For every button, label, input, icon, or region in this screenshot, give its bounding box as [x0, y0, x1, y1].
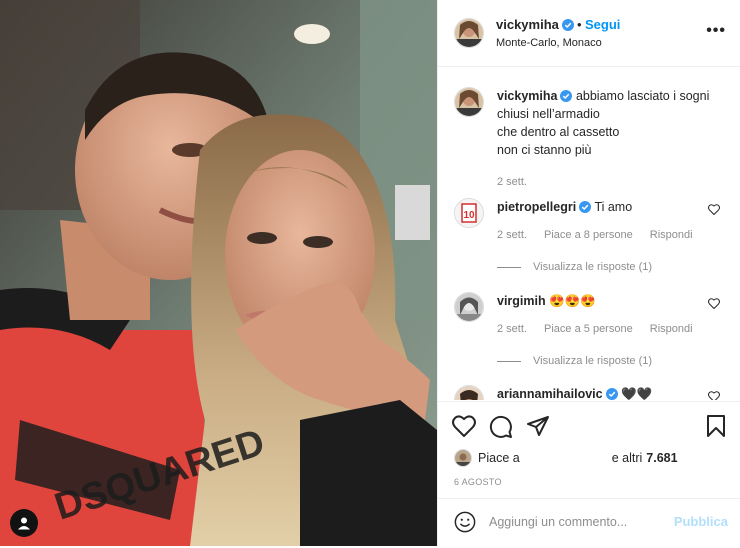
likes-suffix: e altri: [611, 451, 643, 465]
reply-button[interactable]: Rispondi: [650, 229, 693, 241]
selfie-image: DSQUARED: [0, 0, 437, 546]
caption-username[interactable]: vickymiha: [497, 89, 573, 103]
comment-likes[interactable]: Piace a 5 persone: [544, 323, 633, 335]
verified-badge-icon: [579, 201, 592, 213]
heart-icon[interactable]: [452, 415, 476, 437]
liker-avatar[interactable]: [454, 449, 472, 467]
comment-avatar[interactable]: [454, 385, 484, 400]
replies-divider: [497, 266, 521, 268]
svg-text:10: 10: [463, 210, 475, 221]
post-actions: Piace a e altri 7.681 6 AGOSTO Aggiungi …: [438, 401, 740, 547]
caption-time[interactable]: 2 sett.: [497, 176, 527, 188]
caption-line: che dentro al cassetto: [497, 125, 620, 139]
comment-username[interactable]: ariannamihailovic: [497, 387, 618, 400]
comments-list[interactable]: vickymiha abbiamo lasciato i sogni chius…: [438, 67, 740, 400]
avatar-image: [455, 19, 483, 47]
avatar-image: [455, 293, 483, 321]
comment-like-heart-icon[interactable]: [708, 391, 720, 400]
share-icon[interactable]: [526, 415, 550, 437]
caption-line: abbiamo lasciato i sogni: [575, 89, 710, 103]
comment-text: 🖤🖤: [621, 387, 653, 400]
avatar-image: [455, 386, 483, 400]
follow-button[interactable]: Segui: [585, 17, 620, 32]
comment-like-heart-icon[interactable]: [708, 204, 720, 215]
view-replies-label: Visualizza le risposte (1): [533, 261, 653, 273]
emoji-icon[interactable]: [454, 511, 476, 533]
comment-input[interactable]: Aggiungi un commento...: [489, 515, 627, 529]
comment-text: Ti amo: [594, 200, 633, 214]
user-tag-button[interactable]: [10, 509, 38, 537]
comment-text: 😍😍😍: [549, 294, 596, 308]
comment-username[interactable]: virgimih: [497, 294, 546, 308]
verified-badge-icon: [561, 19, 574, 31]
publish-button[interactable]: Pubblica: [674, 514, 728, 529]
caption-body: vickymiha abbiamo lasciato i sogni chius…: [497, 87, 710, 191]
replies-divider: [497, 360, 521, 362]
add-comment-bar: Aggiungi un commento... Pubblica: [438, 498, 740, 548]
bookmark-icon[interactable]: [706, 415, 726, 437]
view-replies-label: Visualizza le risposte (1): [533, 355, 653, 367]
reply-button[interactable]: Rispondi: [650, 323, 693, 335]
post-panel: vickymiha • Segui Monte-Carlo, Monaco ••…: [437, 0, 740, 546]
caption-meta: 2 sett.: [497, 173, 710, 191]
comment-body: virgimih 😍😍😍 2 sett. Piace a 5 persone R…: [497, 292, 710, 370]
comment-time[interactable]: 2 sett.: [497, 229, 527, 241]
more-options-icon[interactable]: •••: [706, 22, 726, 40]
avatar-image: 10: [455, 199, 483, 227]
author-username[interactable]: vickymiha: [496, 17, 574, 32]
comment-body: ariannamihailovic 🖤🖤: [497, 385, 710, 400]
avatar-image: [455, 88, 483, 116]
verified-badge-icon: [605, 388, 618, 400]
comment-time[interactable]: 2 sett.: [497, 323, 527, 335]
post-date[interactable]: 6 AGOSTO: [454, 477, 502, 487]
caption-line: non ci stanno più: [497, 143, 592, 157]
comment-likes[interactable]: Piace a 8 persone: [544, 229, 633, 241]
comment-avatar[interactable]: 10: [454, 198, 484, 228]
likes-prefix: Piace a: [478, 451, 520, 465]
separator-dot: •: [577, 17, 582, 32]
post-header: vickymiha • Segui Monte-Carlo, Monaco ••…: [438, 0, 740, 67]
post-location[interactable]: Monte-Carlo, Monaco: [496, 37, 602, 49]
person-icon: [18, 517, 30, 530]
view-replies[interactable]: Visualizza le risposte (1): [497, 258, 710, 276]
comment-meta: 2 sett. Piace a 8 persone Rispondi: [497, 226, 710, 244]
comment-body: pietropellegri Ti amo 2 sett. Piace a 8 …: [497, 198, 710, 276]
caption-line: chiusi nell’armadio: [497, 107, 600, 121]
comment-like-heart-icon[interactable]: [708, 298, 720, 309]
likes-summary[interactable]: Piace a e altri 7.681: [454, 449, 678, 467]
likes-count[interactable]: 7.681: [646, 451, 677, 465]
comment-username[interactable]: pietropellegri: [497, 200, 592, 214]
author-avatar[interactable]: [454, 18, 484, 48]
verified-badge-icon: [560, 90, 573, 102]
comment-meta: 2 sett. Piace a 5 persone Rispondi: [497, 320, 710, 338]
post-photo[interactable]: DSQUARED: [0, 0, 437, 546]
avatar-image: [455, 450, 471, 466]
comment-icon[interactable]: [489, 415, 513, 439]
caption-avatar[interactable]: [454, 87, 484, 117]
comment-avatar[interactable]: [454, 292, 484, 322]
view-replies[interactable]: Visualizza le risposte (1): [497, 352, 710, 370]
